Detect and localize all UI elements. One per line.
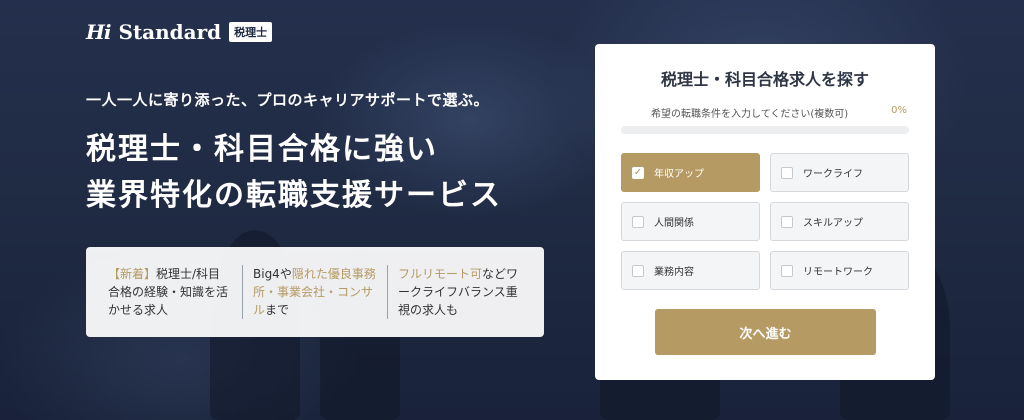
logo-badge: 税理士 <box>229 22 273 42</box>
option-label: 人間関係 <box>654 218 694 229</box>
feature-highlight: 【新着】 <box>108 267 157 281</box>
checkbox[interactable] <box>632 264 644 277</box>
feature-item: 【新着】税理士/科目合格の経験・知識を活かせる求人 <box>98 265 242 319</box>
checkbox[interactable] <box>781 166 793 179</box>
progress-bar <box>621 126 909 134</box>
option-remote-work[interactable]: リモートワーク <box>770 251 909 290</box>
checkbox[interactable] <box>781 215 793 228</box>
feature-pre: Big4や <box>253 267 292 281</box>
option-salary-up[interactable]: ✓ 年収アップ <box>621 153 760 192</box>
option-work-life[interactable]: ワークライフ <box>770 153 909 192</box>
feature-box: 【新着】税理士/科目合格の経験・知識を活かせる求人 Big4や隠れた優良事務所・… <box>86 247 544 337</box>
checkbox[interactable] <box>632 215 644 228</box>
next-button[interactable]: 次へ進む <box>655 309 876 355</box>
option-label: スキルアップ <box>803 218 863 229</box>
option-label: 業務内容 <box>654 267 694 278</box>
option-job-content[interactable]: 業務内容 <box>621 251 760 290</box>
panel-subtitle: 希望の転職条件を入力してください(複数可) <box>651 109 849 120</box>
option-relationships[interactable]: 人間関係 <box>621 202 760 241</box>
hero-tagline: 一人一人に寄り添った、プロのキャリアサポートで選ぶ。 <box>86 91 490 109</box>
job-search-panel: 税理士・科目合格求人を探す 希望の転職条件を入力してください(複数可) 0% ✓… <box>595 44 935 380</box>
site-logo[interactable]: Hi Standard 税理士 <box>86 20 273 44</box>
panel-title: 税理士・科目合格求人を探す <box>660 70 869 89</box>
feature-text: まで <box>265 303 290 317</box>
feature-item: フルリモート可などワークライフバランス重視の求人も <box>387 265 532 319</box>
option-label: ワークライフ <box>803 169 863 180</box>
logo-mark: Hi <box>86 20 111 44</box>
checkbox[interactable] <box>781 264 793 277</box>
option-skill-up[interactable]: スキルアップ <box>770 202 909 241</box>
feature-item: Big4や隠れた優良事務所・事業会社・コンサルまで <box>242 265 387 319</box>
progress-percent: 0% <box>891 105 907 116</box>
headline-line-2: 業界特化の転職支援サービス <box>86 178 502 213</box>
check-icon[interactable]: ✓ <box>632 166 644 179</box>
logo-text: Standard <box>118 20 222 44</box>
option-label: リモートワーク <box>803 267 873 278</box>
option-label: 年収アップ <box>654 169 704 180</box>
feature-highlight: フルリモート可 <box>398 267 483 281</box>
hero-headline: 税理士・科目合格に強い 業界特化の転職支援サービス <box>86 127 502 219</box>
headline-line-1: 税理士・科目合格に強い <box>86 132 438 167</box>
